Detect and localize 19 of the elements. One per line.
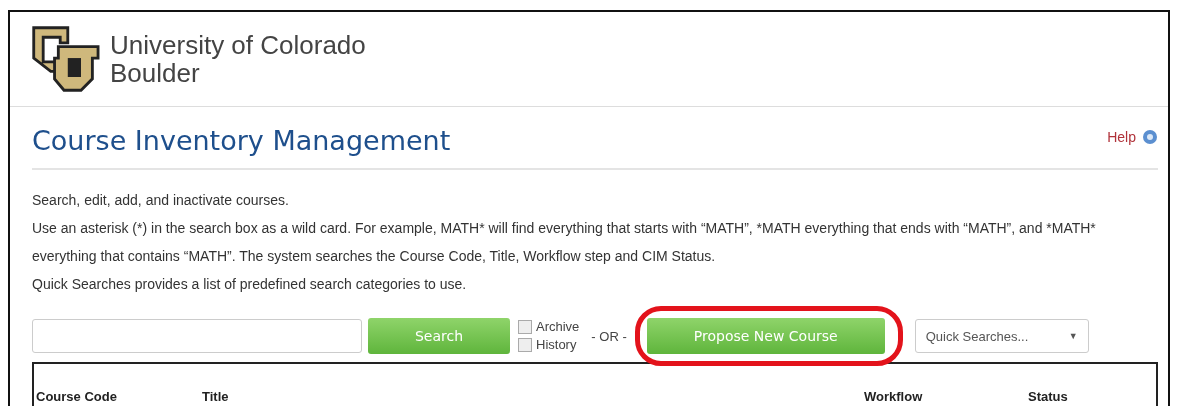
quick-searches-dropdown[interactable]: Quick Searches... ▼ (914, 319, 1089, 353)
instruction-text: Use an asterisk (*) in the search box as a wild card. For example, MATH* will find everything that starts with “MATH”, *MATH everything that ends with “MATH”, and *MATH* everything that contains “MATH”. The system searches the Course Code, Title, Workflow step and CIM Status. (32, 219, 1097, 266)
column-header[interactable]: Workflow (864, 389, 1028, 404)
checkbox[interactable] (518, 320, 532, 334)
university-campus: Boulder (110, 59, 200, 87)
instruction-text: Quick Searches provides a list of predefined search categories to use. (32, 275, 468, 294)
page-title: Course Inventory Management (32, 125, 452, 156)
column-header[interactable]: Status (1028, 389, 1068, 404)
help-link[interactable]: Help (1107, 129, 1136, 145)
column-header[interactable]: Course Code (34, 389, 202, 404)
checkbox[interactable] (518, 338, 532, 352)
help-icon[interactable] (1142, 129, 1158, 145)
column-header[interactable]: Title (202, 389, 864, 404)
or-separator: - OR - (591, 328, 627, 344)
instruction-text: Search, edit, add, and inactivate courses. (32, 191, 290, 210)
search-field[interactable] (32, 319, 362, 353)
checkbox-label: History (536, 336, 577, 354)
university-name: University of Colorado (110, 31, 366, 59)
checkbox-label: Archive (536, 318, 580, 336)
